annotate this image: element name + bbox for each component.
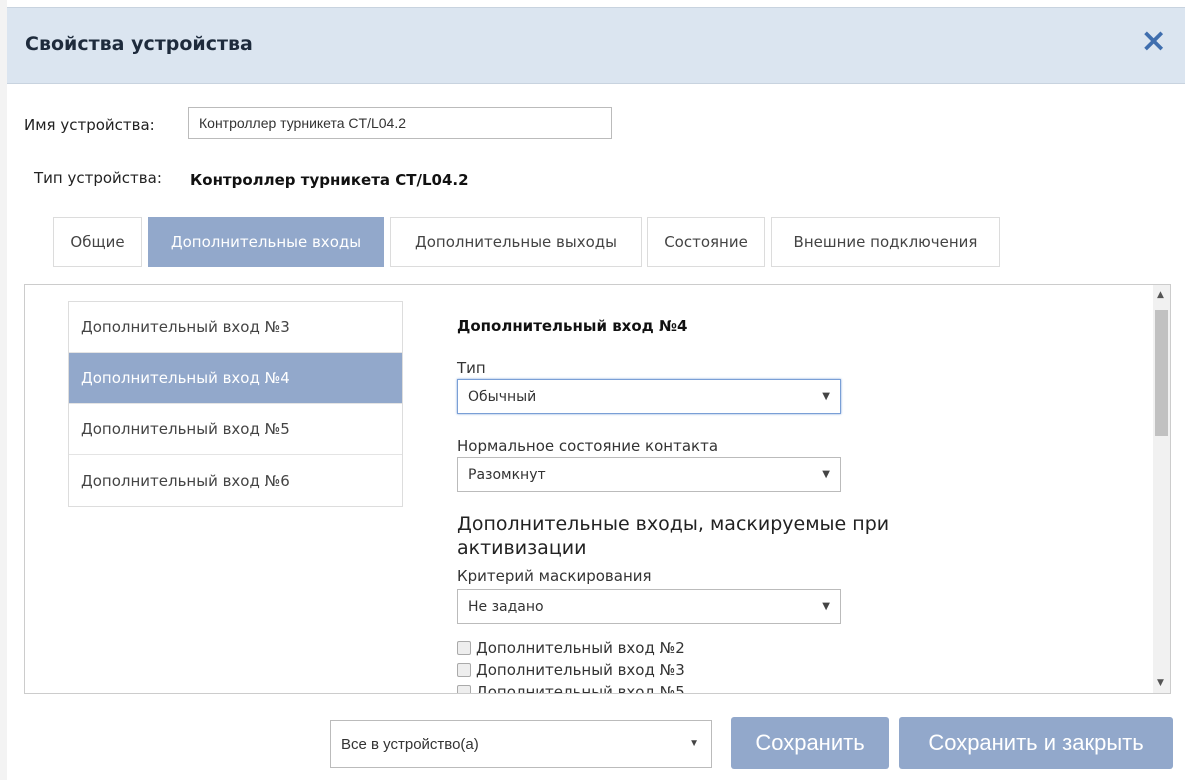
mask-criterion-label: Критерий маскирования [457,567,652,585]
chevron-down-icon: ▼ [822,391,830,402]
checkbox-box[interactable] [457,641,471,655]
device-name-input[interactable] [188,107,612,139]
type-select-value: Обычный [468,388,537,405]
save-button[interactable]: Сохранить [731,717,889,769]
contact-state-value: Разомкнут [468,466,546,483]
arrow-up-icon[interactable]: ▲ [1157,290,1164,300]
mask-criterion-select[interactable]: Не задано ▼ [457,589,841,624]
list-item-input-5[interactable]: Дополнительный вход №5 [69,404,402,455]
dialog-title: Свойства устройства [25,33,253,55]
tab-external-connections[interactable]: Внешние подключения [771,217,1000,267]
panel-scrollbar[interactable]: ▲ ▼ [1153,285,1170,693]
chevron-down-icon: ▼ [689,738,699,749]
device-type-label: Тип устройства: [34,169,162,187]
masked-inputs-title: Дополнительные входы, маскируемые при ак… [457,513,890,559]
detail-title: Дополнительный вход №4 [457,317,688,335]
arrow-down-icon[interactable]: ▼ [1157,678,1164,688]
list-item-input-4[interactable]: Дополнительный вход №4 [69,353,402,404]
list-item-input-6[interactable]: Дополнительный вход №6 [69,455,402,506]
contact-state-select[interactable]: Разомкнут ▼ [457,457,841,492]
device-type-value: Контроллер турникета CT/L04.2 [190,171,469,189]
apply-target-value: Все в устройство(а) [341,735,479,753]
apply-target-select[interactable]: Все в устройство(а) ▼ [330,720,712,768]
device-properties-dialog: Свойства устройства × Имя устройства: Ти… [0,0,1190,780]
chevron-down-icon: ▼ [822,601,830,612]
inputs-list: Дополнительный вход №3 Дополнительный вх… [68,301,403,507]
checkbox-label: Дополнительный вход №2 [476,639,685,657]
type-select[interactable]: Обычный ▼ [457,379,841,414]
checkbox-label: Дополнительный вход №5 [476,683,685,694]
checkbox-box[interactable] [457,685,471,693]
checkbox-input-2[interactable]: Дополнительный вход №2 [457,639,685,657]
left-edge [0,0,7,780]
inputs-panel: Дополнительный вход №3 Дополнительный вх… [24,284,1171,694]
tab-general[interactable]: Общие [53,217,142,267]
scrollbar-thumb[interactable] [1155,310,1168,436]
close-icon[interactable]: × [1140,24,1167,56]
save-and-close-button[interactable]: Сохранить и закрыть [899,717,1173,769]
chevron-down-icon: ▼ [822,469,830,480]
tab-additional-inputs[interactable]: Дополнительные входы [148,217,384,267]
checkbox-input-5[interactable]: Дополнительный вход №5 [457,683,685,694]
type-label: Тип [457,359,486,377]
dialog-header: Свойства устройства × [7,7,1185,84]
checkbox-box[interactable] [457,663,471,677]
checkbox-label: Дополнительный вход №3 [476,661,685,679]
tab-state[interactable]: Состояние [647,217,765,267]
mask-criterion-value: Не задано [468,598,544,615]
checkbox-input-3[interactable]: Дополнительный вход №3 [457,661,685,679]
contact-state-label: Нормальное состояние контакта [457,437,719,455]
device-name-label: Имя устройства: [24,116,155,134]
list-item-input-3[interactable]: Дополнительный вход №3 [69,302,402,353]
tab-additional-outputs[interactable]: Дополнительные выходы [390,217,642,267]
